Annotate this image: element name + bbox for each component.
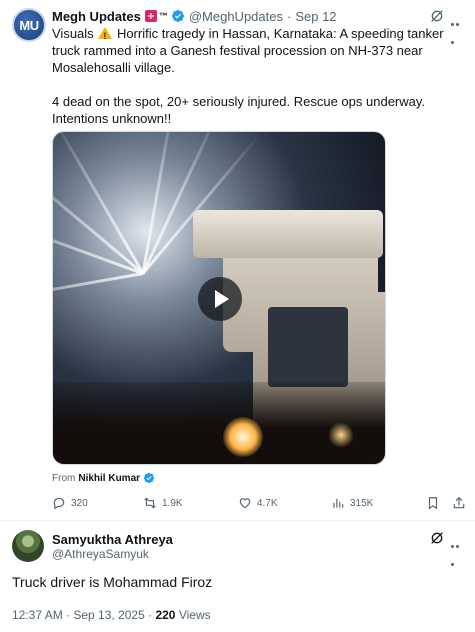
repost-button[interactable]: 1.9K xyxy=(143,496,183,510)
author-avatar[interactable]: MU xyxy=(12,8,46,42)
grok-icon[interactable] xyxy=(429,530,445,546)
like-count: 4.7K xyxy=(257,497,278,509)
reply-author-avatar[interactable] xyxy=(12,530,44,562)
bookmark-icon xyxy=(428,497,438,510)
verified-badge-icon xyxy=(143,472,155,484)
separator-dot: · xyxy=(286,8,292,24)
reply-views-label: Views xyxy=(178,608,211,622)
share-button[interactable] xyxy=(452,496,471,510)
reply-icon xyxy=(53,497,65,510)
views-button[interactable]: 315K xyxy=(331,496,373,510)
fire-glow-small xyxy=(328,422,354,448)
reply-text: Truck driver is Mohammad Firoz xyxy=(12,574,213,590)
reply-author-handle[interactable]: @AthreyaSamyuk xyxy=(52,547,149,561)
more-options-icon[interactable] xyxy=(451,13,465,44)
flag-icon xyxy=(144,10,157,22)
play-button[interactable] xyxy=(198,277,242,321)
repost-count: 1.9K xyxy=(162,497,183,509)
tweet-text: Visuals Horrific tragedy in Hassan, Karn… xyxy=(52,25,467,144)
heart-icon xyxy=(239,498,251,509)
like-button[interactable]: 4.7K xyxy=(238,496,278,510)
video-player[interactable] xyxy=(52,131,386,465)
more-options-icon[interactable] xyxy=(451,535,465,566)
media-attribution: From Nikhil Kumar xyxy=(52,472,155,484)
from-author[interactable]: Nikhil Kumar xyxy=(78,473,140,484)
reply-views-count: 220 xyxy=(155,608,176,622)
share-icon xyxy=(453,496,465,509)
divider xyxy=(0,520,475,521)
repost-icon xyxy=(144,497,156,509)
trademark-label: ™ xyxy=(158,11,168,21)
reply-author-name[interactable]: Samyuktha Athreya xyxy=(52,532,173,547)
reply-button[interactable]: 320 xyxy=(52,496,88,510)
avatar-text: MU xyxy=(19,17,39,33)
warning-icon xyxy=(98,27,113,45)
truck-windshield xyxy=(268,307,348,387)
tweet-date[interactable]: Sep 12 xyxy=(295,9,336,24)
verified-badge-icon xyxy=(171,10,184,22)
text-paragraph-2: 4 dead on the spot, 20+ seriously injure… xyxy=(52,94,426,126)
views-count: 315K xyxy=(350,497,374,509)
bookmark-button[interactable] xyxy=(426,496,445,510)
truck-refrigeration-unit xyxy=(193,210,383,258)
reply-count: 320 xyxy=(71,497,88,509)
author-handle[interactable]: @MeghUpdates xyxy=(189,9,283,24)
reply-meta: 12:37 AM · Sep 13, 2025 · 220 Views xyxy=(12,608,211,622)
tweet-header: Megh Updates ™ @MeghUpdates · Sep 12 xyxy=(52,7,465,25)
tweet-actions: 320 1.9K 4.7K 315K xyxy=(52,496,467,512)
reply-timestamp[interactable]: 12:37 AM · Sep 13, 2025 · xyxy=(12,608,152,622)
analytics-icon xyxy=(333,498,344,508)
from-label: From xyxy=(52,472,76,484)
author-name[interactable]: Megh Updates xyxy=(52,9,141,24)
grok-icon[interactable] xyxy=(429,8,445,24)
text-lead: Visuals xyxy=(52,26,94,41)
fire-glow xyxy=(223,417,263,457)
